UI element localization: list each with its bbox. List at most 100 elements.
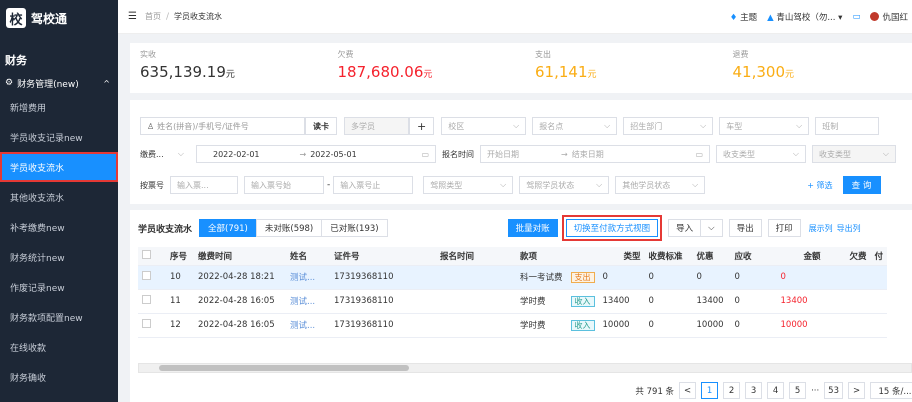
- sidebar-item-student-flow[interactable]: 学员收支流水: [0, 152, 118, 182]
- page-2[interactable]: 2: [723, 382, 741, 399]
- pay-type-select[interactable]: 缴费... ⌵: [140, 145, 190, 163]
- cell-pay-time: 2022-04-28 16:05: [194, 289, 286, 314]
- license-type-select[interactable]: 驾照类型 ⌵: [423, 176, 514, 194]
- enroll-point-select[interactable]: 报名点 ⌵: [532, 117, 618, 135]
- table-toolbar: 学员收支流水 全部(791) 未对账(598) 已对账(193) 批量对账 切换…: [138, 215, 912, 241]
- query-button[interactable]: 查 询: [842, 176, 881, 194]
- sidebar-item-finance-stats[interactable]: 财务统计new: [0, 242, 118, 272]
- header-select[interactable]: [138, 247, 166, 266]
- batch-reconcile-button[interactable]: 批量对账: [507, 219, 558, 237]
- row-checkbox[interactable]: [142, 319, 151, 328]
- other-status-select[interactable]: 其他学员状态 ⌵: [615, 176, 706, 194]
- table-row[interactable]: 11 2022-04-28 16:05 测试... 17319368110 学时…: [138, 289, 888, 314]
- menu-toggle-icon[interactable]: ☰: [128, 11, 137, 22]
- cell-item: 学时费: [516, 313, 567, 338]
- campus-select[interactable]: 校区 ⌵: [441, 117, 527, 135]
- row-checkbox[interactable]: [142, 295, 151, 304]
- select-all-checkbox[interactable]: [142, 249, 151, 259]
- export-columns-link[interactable]: 导出列: [837, 223, 861, 234]
- table-row[interactable]: 12 2022-04-28 16:05 测试... 17319368110 学时…: [138, 313, 888, 338]
- table-row[interactable]: 10 2022-04-28 18:21 测试... 17319368110 科一…: [138, 265, 888, 290]
- multi-student-button[interactable]: 多学员: [344, 117, 409, 135]
- flow-type-select-2[interactable]: 收支类型 ⌵: [812, 145, 896, 163]
- row-select[interactable]: [138, 313, 166, 338]
- filter-row-1: ♙ 姓名(拼音)/手机号/证件号 读卡 多学员 + 校区 ⌵ 报名点 ⌵ 招生部门 ⌵ …: [140, 116, 880, 136]
- header-name: 姓名: [286, 247, 330, 266]
- chevron-down-icon: ⌵: [792, 149, 799, 158]
- sidebar-item-void-records[interactable]: 作废记录new: [0, 272, 118, 302]
- enroll-date-range[interactable]: 开始日期 → 结束日期 ▭: [480, 145, 710, 163]
- sidebar-item-confirm-receipt[interactable]: 财务确收: [0, 362, 118, 392]
- page-5[interactable]: 5: [789, 382, 807, 399]
- ticket-start-input[interactable]: 输入票号始: [244, 176, 324, 194]
- cell-standard: 0: [644, 265, 693, 290]
- page-ellipsis[interactable]: ···: [811, 386, 819, 396]
- import-button[interactable]: 导入: [668, 219, 702, 237]
- cell-type: 0: [598, 265, 645, 290]
- ticket-end-input[interactable]: 输入票号止: [333, 176, 414, 194]
- page-size-select[interactable]: 15 条/...: [870, 382, 912, 399]
- header-arrears: 欠费: [824, 247, 871, 266]
- switch-view-button[interactable]: 切换至付款方式视图: [561, 215, 663, 241]
- print-button[interactable]: 打印: [767, 219, 801, 237]
- export-button[interactable]: 导出: [728, 219, 762, 237]
- sidebar-item-fee-config[interactable]: 财务款项配置new: [0, 302, 118, 332]
- cell-id: 17319368110: [330, 313, 436, 338]
- sidebar-item-retake-fee[interactable]: 补考缴费new: [0, 212, 118, 242]
- flow-type-label: 收支类型: [723, 149, 755, 159]
- theme-button[interactable]: ♦ 主题: [730, 11, 757, 23]
- filter-link[interactable]: + 筛选: [807, 180, 832, 191]
- license-status-select[interactable]: 驾照学员状态 ⌵: [519, 176, 610, 194]
- sidebar-item-student-records[interactable]: 学员收支记录new: [0, 122, 118, 152]
- campus-label: 校区: [448, 121, 465, 131]
- tab-reconciled[interactable]: 已对账(193): [321, 219, 388, 237]
- cell-name[interactable]: 测试...: [286, 313, 330, 338]
- show-columns-link[interactable]: 展示列: [809, 223, 833, 234]
- sidebar-item-online-pay[interactable]: 在线收款: [0, 332, 118, 362]
- class-type-select[interactable]: 班制: [815, 117, 880, 135]
- horizontal-scrollbar[interactable]: [138, 363, 912, 373]
- cell-name[interactable]: 测试...: [286, 289, 330, 314]
- stat-number: 61,141: [535, 63, 588, 81]
- tab-unreconciled[interactable]: 未对账(598): [255, 219, 323, 237]
- next-page-button[interactable]: >: [848, 382, 865, 399]
- user-menu[interactable]: 仇国红: [870, 11, 908, 23]
- cell-amount: 0: [776, 265, 825, 290]
- search-input[interactable]: ♙ 姓名(拼音)/手机号/证件号: [140, 117, 305, 135]
- cell-amount: 10000: [776, 313, 825, 338]
- cell-discount: 13400: [692, 289, 731, 314]
- logo-text: 驾校通: [31, 11, 68, 26]
- page-53[interactable]: 53: [824, 382, 843, 399]
- stat-label: 支出: [535, 50, 551, 59]
- read-card-button[interactable]: 读卡: [305, 117, 337, 135]
- flow-type-select[interactable]: 收支类型 ⌵: [716, 145, 806, 163]
- topbar: ☰ 首页 / 学员收支流水 ♦ 主题 ▲ 青山驾校（勿... ▾ ▭ 仇国红: [118, 0, 912, 34]
- sidebar-group-finance-mgmt[interactable]: ⚙ 财务管理(new) ^: [0, 68, 118, 92]
- import-dropdown-button[interactable]: ⌵: [700, 219, 723, 237]
- chevron-down-icon: ⌵: [177, 149, 184, 158]
- sidebar-item-add-fee[interactable]: 新增费用: [0, 92, 118, 122]
- page-4[interactable]: 4: [767, 382, 785, 399]
- recruit-dept-select[interactable]: 招生部门 ⌵: [623, 117, 714, 135]
- scrollbar-thumb[interactable]: [159, 365, 409, 371]
- row-select[interactable]: [138, 265, 166, 290]
- page-1[interactable]: 1: [701, 382, 719, 399]
- breadcrumb-home[interactable]: 首页: [145, 11, 161, 22]
- car-type-select[interactable]: 车型 ⌵: [719, 117, 810, 135]
- school-select[interactable]: ▲ 青山驾校（勿... ▾: [767, 11, 842, 23]
- row-checkbox[interactable]: [142, 271, 151, 280]
- tab-all[interactable]: 全部(791): [199, 219, 257, 237]
- screen-icon[interactable]: ▭: [852, 12, 860, 22]
- prev-page-button[interactable]: <: [679, 382, 697, 399]
- stat-label: 退费: [732, 50, 749, 59]
- add-button[interactable]: +: [409, 117, 435, 135]
- cell-name[interactable]: 测试...: [286, 265, 330, 290]
- page-3[interactable]: 3: [745, 382, 763, 399]
- sidebar-item-other-flow[interactable]: 其他收支流水: [0, 182, 118, 212]
- ticket-input[interactable]: 输入票...: [170, 176, 238, 194]
- cell-discount: 0: [692, 265, 731, 290]
- row-select[interactable]: [138, 289, 166, 314]
- pay-date-range[interactable]: 2022-02-01 → 2022-05-01 ▭: [196, 145, 436, 163]
- header-pay-time: 缴费时间: [194, 247, 286, 266]
- logo-badge: 校: [6, 8, 26, 28]
